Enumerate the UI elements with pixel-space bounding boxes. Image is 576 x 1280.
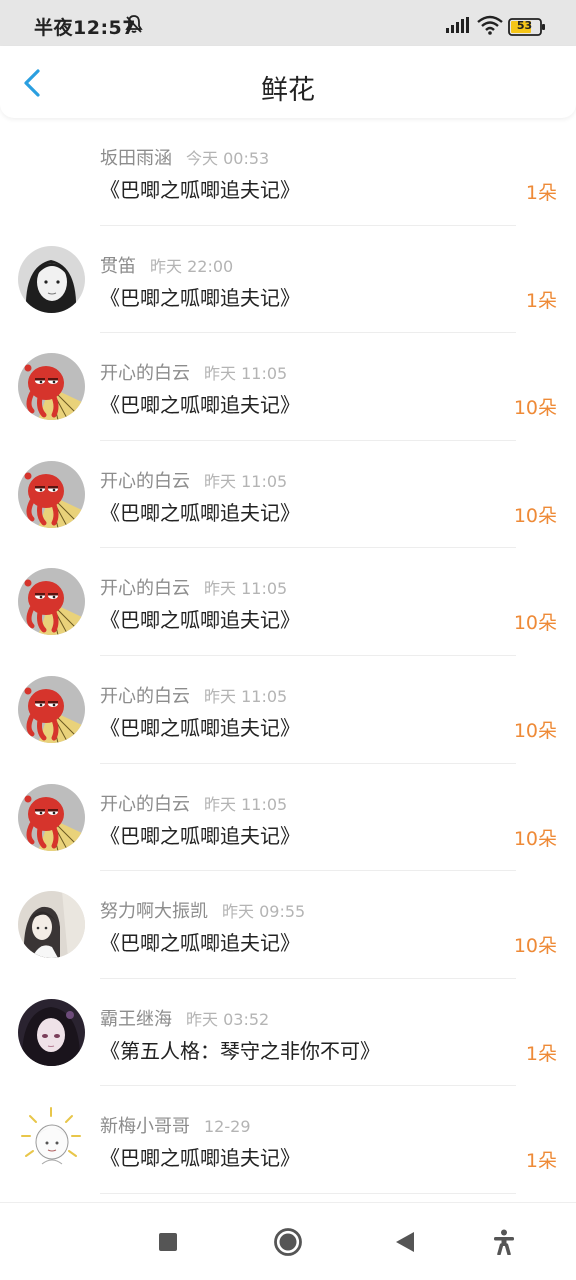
battery-percent: 53 [516,19,533,32]
book-title[interactable]: 《第五人格：琴守之非你不可》 [100,1035,380,1064]
book-title[interactable]: 《巴唧之呱唧追夫记》 [100,927,300,956]
avatar[interactable] [18,138,85,205]
username[interactable]: 开心的白云 昨天 11:05 [100,359,287,385]
wifi-icon [477,15,503,39]
book-title[interactable]: 《巴唧之呱唧追夫记》 [100,174,300,203]
book-title[interactable]: 《巴唧之呱唧追夫记》 [100,389,300,418]
username[interactable]: 努力啊大振凯 昨天 09:55 [100,897,305,923]
list-item[interactable]: 新梅小哥哥 12-29 《巴唧之呱唧追夫记》 1朵 [0,1086,576,1194]
list-item[interactable]: 开心的白云 昨天 11:05 《巴唧之呱唧追夫记》 10朵 [0,441,576,549]
username-text: 新梅小哥哥 [100,1116,190,1138]
flower-count: 10朵 [513,827,557,850]
timestamp: 昨天 03:52 [186,1009,270,1029]
username-text: 开心的白云 [100,793,190,815]
username-text: 努力啊大振凯 [100,901,208,923]
book-title[interactable]: 《巴唧之呱唧追夫记》 [100,820,300,849]
book-title[interactable]: 《巴唧之呱唧追夫记》 [100,712,300,741]
status-bar: 半夜12:57 53 [0,0,576,46]
list-item[interactable]: 霸王继海 昨天 03:52 《第五人格：琴守之非你不可》 1朵 [0,979,576,1087]
timestamp: 昨天 22:00 [150,256,234,276]
username[interactable]: 坂田雨涵 今天 00:53 [100,144,269,170]
book-title[interactable]: 《巴唧之呱唧追夫记》 [100,604,300,633]
timestamp: 昨天 09:55 [222,902,306,922]
username[interactable]: 贯笛 昨天 22:00 [100,252,233,278]
avatar[interactable] [18,245,85,313]
username-text: 坂田雨涵 [100,148,172,169]
flower-count: 10朵 [513,397,557,420]
timestamp: 12-29 [204,1117,251,1137]
timestamp: 昨天 11:05 [204,364,288,384]
flower-count: 1朵 [525,1042,557,1065]
divider [100,1192,516,1194]
book-title[interactable]: 《巴唧之呱唧追夫记》 [100,1142,300,1171]
header: 鲜花 [0,46,576,118]
avatar[interactable] [18,891,85,959]
stop-square-icon[interactable] [158,1232,178,1256]
avatar[interactable] [18,675,85,743]
username-text: 开心的白云 [100,685,190,707]
flower-count: 1朵 [525,1150,557,1173]
list-item[interactable]: 开心的白云 昨天 11:05 《巴唧之呱唧追夫记》 10朵 [0,548,576,656]
timestamp: 昨天 11:05 [204,794,288,814]
timestamp: 今天 00:53 [186,149,270,168]
bell-muted-icon [124,14,144,38]
page-title: 鲜花 [261,75,315,106]
username-text: 霸王继海 [100,1008,172,1030]
timestamp: 昨天 11:05 [204,686,288,706]
username[interactable]: 新梅小哥哥 12-29 [100,1112,251,1138]
avatar[interactable] [18,1106,85,1174]
username[interactable]: 开心的白云 昨天 11:05 [100,682,287,708]
avatar[interactable] [18,353,85,421]
back-triangle-icon[interactable] [394,1231,416,1257]
flower-count: 1朵 [525,289,557,312]
flower-count: 1朵 [525,182,557,204]
username-text: 开心的白云 [100,578,190,600]
username[interactable]: 开心的白云 昨天 11:05 [100,790,287,816]
flower-list: 坂田雨涵 今天 00:53 《巴唧之呱唧追夫记》 1朵 贯笛 昨天 22:00 《巴唧之呱唧… [0,118,576,1194]
username[interactable]: 霸王继海 昨天 03:52 [100,1005,269,1031]
list-item[interactable]: 贯笛 昨天 22:00 《巴唧之呱唧追夫记》 1朵 [0,226,576,334]
flower-count: 10朵 [513,612,557,635]
system-nav-bar [0,1202,576,1280]
list-item[interactable]: 开心的白云 昨天 11:05 《巴唧之呱唧追夫记》 10朵 [0,656,576,764]
avatar[interactable] [18,783,85,851]
timestamp: 昨天 11:05 [204,579,288,599]
flower-count: 10朵 [513,504,557,527]
book-title[interactable]: 《巴唧之呱唧追夫记》 [100,497,300,526]
flower-count: 10朵 [513,935,557,958]
username-text: 开心的白云 [100,363,190,385]
username-text: 开心的白云 [100,470,190,492]
username[interactable]: 开心的白云 昨天 11:05 [100,467,287,493]
username-text: 贯笛 [100,255,136,277]
list-item[interactable]: 开心的白云 昨天 11:05 《巴唧之呱唧追夫记》 10朵 [0,333,576,441]
username[interactable]: 开心的白云 昨天 11:05 [100,574,287,600]
list-item[interactable]: 坂田雨涵 今天 00:53 《巴唧之呱唧追夫记》 1朵 [0,118,576,226]
list-item[interactable]: 努力啊大振凯 昨天 09:55 《巴唧之呱唧追夫记》 10朵 [0,871,576,979]
timestamp: 昨天 11:05 [204,471,288,491]
signal-icon [446,17,470,37]
home-circle-icon[interactable] [273,1227,303,1261]
avatar[interactable] [18,998,85,1066]
book-title[interactable]: 《巴唧之呱唧追夫记》 [100,282,300,311]
avatar[interactable] [18,568,85,636]
status-time: 半夜12:57 [34,17,136,39]
avatar[interactable] [18,460,85,528]
flower-count: 10朵 [513,719,557,742]
accessibility-icon[interactable] [492,1229,516,1259]
list-item[interactable]: 开心的白云 昨天 11:05 《巴唧之呱唧追夫记》 10朵 [0,764,576,872]
